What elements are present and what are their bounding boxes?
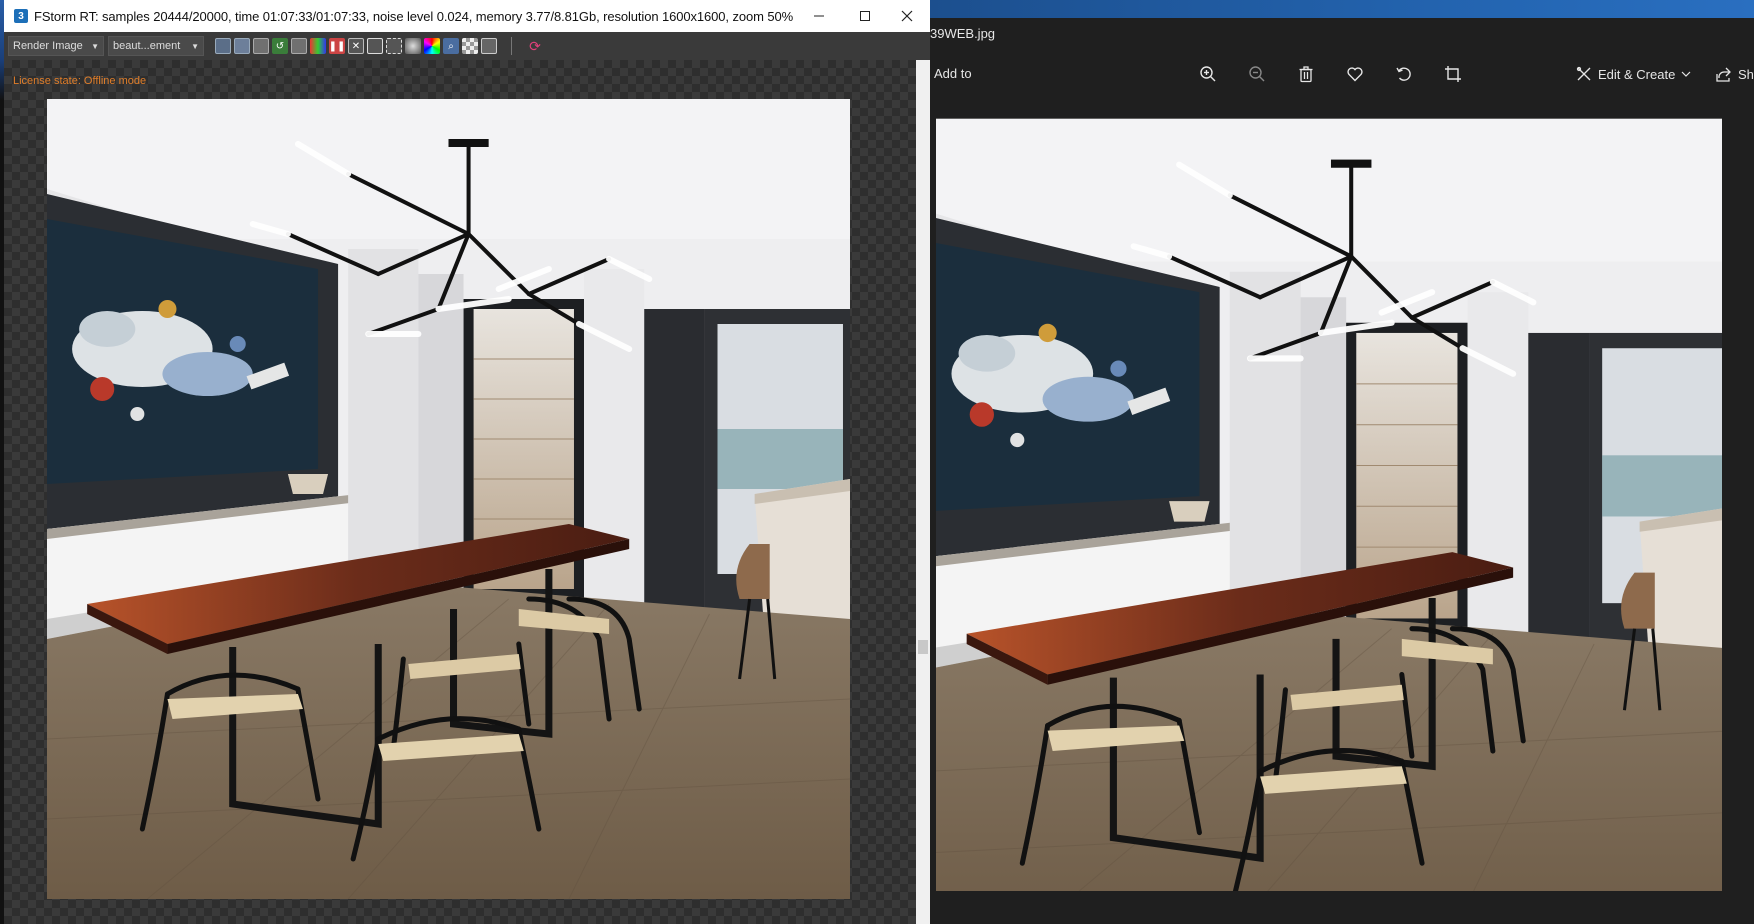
delete-icon[interactable] [1294,62,1318,86]
zoom-out-icon[interactable] [1245,62,1269,86]
render-toolbar: Render Image ▼ beaut...ement ▼ ↺ ❚❚ ✕ ⌕ … [4,32,930,61]
clone-icon[interactable] [291,38,307,54]
maximize-icon[interactable] [842,0,888,32]
desktop-background [930,0,1754,18]
render-element-dropdown-label: beaut...ement [113,40,181,52]
window-title: FStorm RT: samples 20444/20000, time 01:… [34,8,794,24]
fstorm-titlebar[interactable]: 3 FStorm RT: samples 20444/20000, time 0… [4,0,930,32]
render-output-image [47,99,850,899]
chevron-down-icon: ▼ [91,41,99,51]
zoom-in-icon[interactable] [1196,62,1220,86]
share-label: Sh [1738,66,1754,82]
add-to-button[interactable]: Add to [934,66,972,81]
copy-icon[interactable] [234,38,250,54]
photo-image [936,99,1722,891]
frame-icon[interactable] [367,38,383,54]
save-icon[interactable] [215,38,231,54]
fstorm-app-icon: 3 [14,9,28,23]
chevron-down-icon: ▼ [191,41,199,51]
license-state-label: License state: Offline mode [13,75,147,87]
history-icon[interactable] [253,38,269,54]
heart-icon[interactable] [1343,62,1367,86]
undo-icon[interactable]: ↺ [272,38,288,54]
spectrum-icon[interactable] [424,38,440,54]
refresh-icon[interactable]: ⟳ [527,38,543,54]
photos-window: 39WEB.jpg Add to Edit & Create Sh [930,0,1754,924]
fit-icon[interactable]: ✕ [348,38,364,54]
settings-icon[interactable] [481,38,497,54]
edit-icon [1576,66,1591,81]
share-button[interactable]: Sh [1716,60,1754,88]
color-icon[interactable] [310,38,326,54]
toolbar-separator [511,37,512,55]
close-icon[interactable] [884,0,930,32]
edit-create-label: Edit & Create [1598,66,1676,82]
minimize-icon[interactable] [796,0,842,32]
region-icon[interactable] [386,38,402,54]
share-icon [1716,67,1731,82]
edit-create-button[interactable]: Edit & Create [1576,60,1691,88]
photo-filename: 39WEB.jpg [930,26,996,41]
checker-icon[interactable] [462,38,478,54]
fstorm-window: 3 FStorm RT: samples 20444/20000, time 0… [4,0,930,924]
crop-icon[interactable] [1441,62,1465,86]
zoom-icon[interactable]: ⌕ [443,38,459,54]
rotate-icon[interactable] [1392,62,1416,86]
vertical-scrollbar[interactable] [916,60,930,924]
chevron-down-icon [1681,71,1691,77]
wheel-icon[interactable] [405,38,421,54]
render-image-dropdown[interactable]: Render Image ▼ [8,36,104,56]
render-element-dropdown[interactable]: beaut...ement ▼ [108,36,204,56]
render-image-dropdown-label: Render Image [13,40,83,52]
scrollbar-thumb[interactable] [918,640,928,654]
pause-icon[interactable]: ❚❚ [329,38,345,54]
